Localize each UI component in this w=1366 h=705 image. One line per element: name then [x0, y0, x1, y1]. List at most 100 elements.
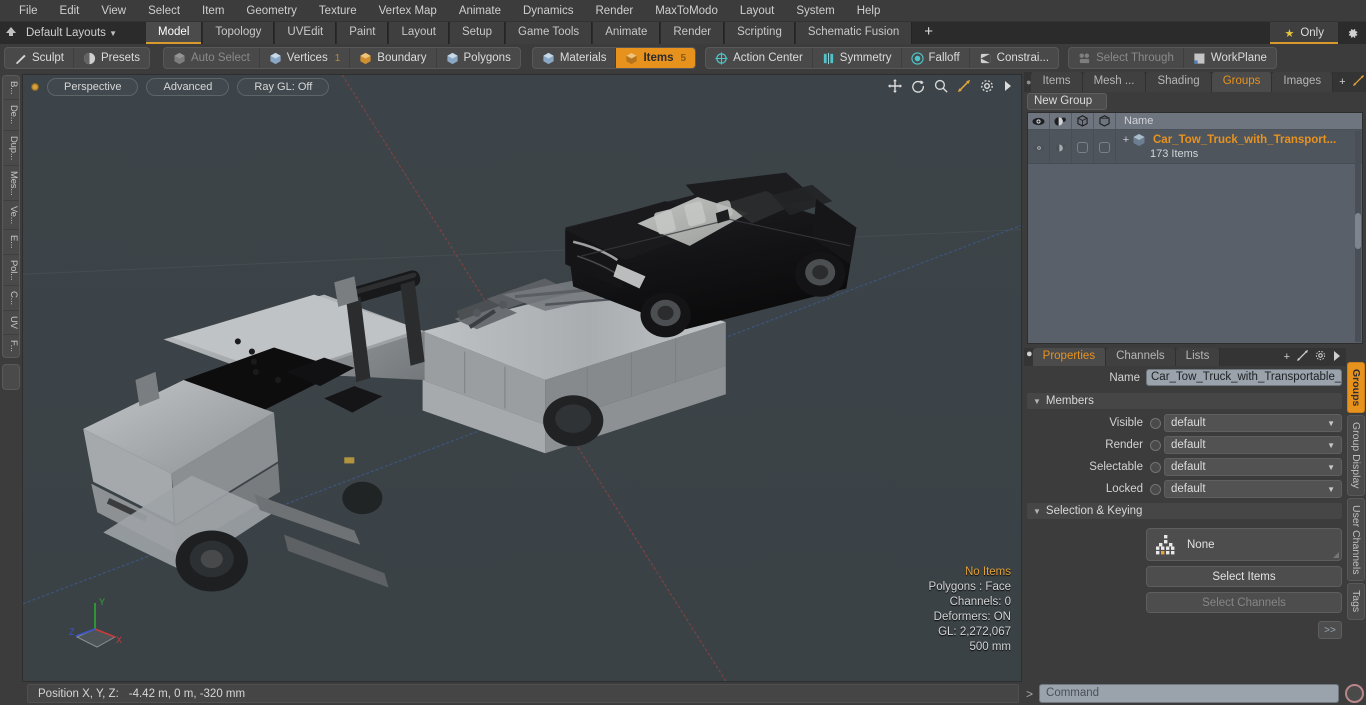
tab-scripting[interactable]: Scripting: [724, 22, 795, 44]
render-select[interactable]: default ▼: [1164, 436, 1342, 454]
left-tool-vertex[interactable]: Ve...: [3, 201, 19, 231]
left-tool-edge[interactable]: E...: [3, 230, 19, 255]
symmetry-button[interactable]: Symmetry: [813, 48, 902, 68]
tab-game-tools[interactable]: Game Tools: [505, 22, 593, 44]
expand-more-button[interactable]: >>: [1318, 621, 1342, 639]
select-items-button[interactable]: Select Items: [1146, 566, 1342, 587]
tab-render[interactable]: Render: [660, 22, 725, 44]
presets-button[interactable]: Presets: [74, 48, 149, 68]
row-eye-toggle[interactable]: [1028, 130, 1050, 163]
selectable-radio[interactable]: [1150, 461, 1161, 473]
expand-properties-icon[interactable]: [1297, 350, 1308, 364]
tab-animate[interactable]: Animate: [592, 22, 661, 44]
row-render-toggle[interactable]: [1050, 130, 1072, 163]
new-group-button[interactable]: New Group: [1027, 92, 1108, 110]
select-through-button[interactable]: Select Through: [1069, 48, 1184, 68]
vtab-tags[interactable]: Tags: [1347, 583, 1365, 620]
row-lock-toggle[interactable]: [1094, 130, 1116, 163]
left-tool-basic[interactable]: B...: [3, 76, 19, 101]
vtab-user-channels[interactable]: User Channels: [1347, 497, 1365, 582]
tab-channels[interactable]: Channels: [1106, 348, 1176, 366]
menu-file[interactable]: File: [8, 0, 49, 22]
tab-lists[interactable]: Lists: [1175, 348, 1221, 366]
tab-properties[interactable]: Properties: [1032, 348, 1107, 366]
menu-select[interactable]: Select: [137, 0, 191, 22]
perspective-viewport[interactable]: Perspective Advanced Ray GL: Off No Item…: [22, 74, 1022, 682]
section-members[interactable]: ▼ Members: [1027, 393, 1342, 409]
groups-tree[interactable]: Name + Car_Tow_Truck_with_Transport... 1…: [1027, 112, 1363, 344]
rotate-icon[interactable]: [911, 79, 925, 95]
materials-button[interactable]: Materials: [533, 48, 617, 68]
menu-dynamics[interactable]: Dynamics: [512, 0, 584, 22]
more-icon[interactable]: [1003, 80, 1013, 94]
gear-icon[interactable]: [1338, 22, 1366, 44]
workplane-button[interactable]: WorkPlane: [1184, 48, 1276, 68]
menu-system[interactable]: System: [785, 0, 845, 22]
render-icon[interactable]: [1050, 113, 1072, 129]
add-properties-tab-button[interactable]: +: [1284, 351, 1290, 363]
record-icon[interactable]: [1345, 684, 1364, 703]
home-icon[interactable]: [0, 26, 22, 41]
left-tool-polygon[interactable]: Pol...: [3, 255, 19, 287]
properties-menu-icon[interactable]: ●: [1026, 348, 1033, 366]
menu-item[interactable]: Item: [191, 0, 235, 22]
default-layouts-selector[interactable]: Default Layouts ▼: [22, 27, 125, 39]
cube-wire-icon[interactable]: [1094, 113, 1116, 129]
settings-icon[interactable]: [980, 79, 994, 95]
menu-maxtomodo[interactable]: MaxToModo: [644, 0, 729, 22]
tab-paint[interactable]: Paint: [336, 22, 389, 44]
command-input[interactable]: Command: [1039, 684, 1339, 703]
locked-select[interactable]: default ▼: [1164, 480, 1342, 498]
tab-mesh[interactable]: Mesh ...: [1082, 72, 1147, 92]
fit-icon[interactable]: [957, 79, 971, 95]
menu-help[interactable]: Help: [846, 0, 892, 22]
only-button[interactable]: ★ Only: [1270, 22, 1338, 44]
expander-icon[interactable]: +: [1120, 132, 1132, 148]
tab-model[interactable]: Model: [145, 22, 203, 44]
left-tool-duplicate[interactable]: Dup...: [3, 131, 19, 166]
name-field[interactable]: Car_Tow_Truck_with_Transportable_C: [1146, 369, 1342, 386]
falloff-button[interactable]: Falloff: [902, 48, 970, 68]
constraint-button[interactable]: Constrai...: [970, 48, 1058, 68]
menu-edit[interactable]: Edit: [49, 0, 91, 22]
polygons-button[interactable]: Polygons: [437, 48, 520, 68]
add-panel-tab-button[interactable]: +: [1339, 76, 1345, 88]
sculpt-button[interactable]: Sculpt: [5, 48, 74, 68]
tab-uvedit[interactable]: UVEdit: [274, 22, 337, 44]
auto-select-button[interactable]: Auto Select: [164, 48, 260, 68]
visible-select[interactable]: default ▼: [1164, 414, 1342, 432]
section-selection-keying[interactable]: ▼ Selection & Keying: [1027, 503, 1342, 519]
left-tool-fusion[interactable]: F...: [3, 335, 19, 357]
vtab-group-display[interactable]: Group Display: [1347, 415, 1365, 496]
vtab-groups[interactable]: Groups: [1347, 362, 1365, 414]
menu-view[interactable]: View: [90, 0, 137, 22]
tab-shading[interactable]: Shading: [1146, 72, 1212, 92]
menu-animate[interactable]: Animate: [448, 0, 512, 22]
shading-mode-selector[interactable]: Advanced: [146, 78, 230, 96]
move-icon[interactable]: [888, 79, 902, 95]
properties-more-icon[interactable]: [1333, 350, 1341, 364]
tab-schematic-fusion[interactable]: Schematic Fusion: [794, 22, 913, 44]
properties-gear-icon[interactable]: [1315, 350, 1326, 364]
tab-setup[interactable]: Setup: [448, 22, 506, 44]
groups-tree-scroll-thumb[interactable]: [1355, 213, 1361, 249]
boundary-button[interactable]: Boundary: [350, 48, 437, 68]
tab-layout[interactable]: Layout: [388, 22, 449, 44]
left-tool-curve[interactable]: C...: [3, 286, 19, 312]
cube-outline-icon[interactable]: [1072, 113, 1094, 129]
tab-items[interactable]: Items: [1031, 72, 1083, 92]
table-row[interactable]: + Car_Tow_Truck_with_Transport... 173 It…: [1028, 130, 1362, 164]
left-tool-mesh[interactable]: Mes...: [3, 166, 19, 202]
menu-vertex-map[interactable]: Vertex Map: [368, 0, 448, 22]
add-layout-tab-button[interactable]: +: [912, 22, 945, 44]
row-selectable-toggle[interactable]: [1072, 130, 1094, 163]
expand-panel-icon[interactable]: [1352, 75, 1364, 89]
raygl-toggle[interactable]: Ray GL: Off: [237, 78, 330, 96]
menu-texture[interactable]: Texture: [308, 0, 368, 22]
action-center-button[interactable]: Action Center: [706, 48, 813, 68]
visible-radio[interactable]: [1150, 417, 1161, 429]
tab-groups[interactable]: Groups: [1211, 72, 1273, 92]
left-tool-uv[interactable]: UV: [3, 311, 19, 336]
zoom-icon[interactable]: [934, 79, 948, 95]
items-button[interactable]: Items 5: [616, 48, 696, 68]
